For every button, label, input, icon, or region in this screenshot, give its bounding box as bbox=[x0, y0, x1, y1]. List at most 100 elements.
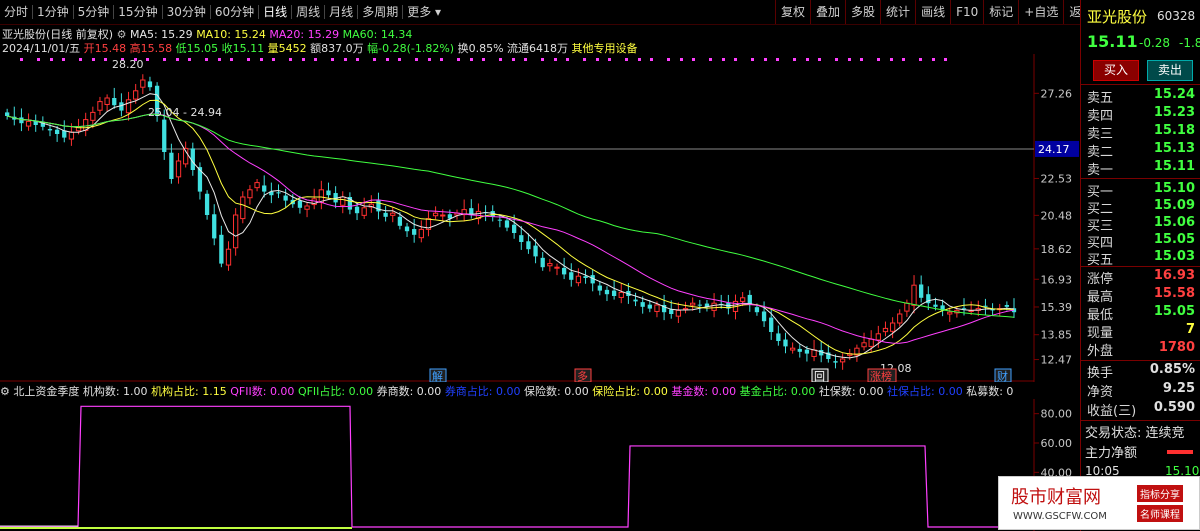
candle-body bbox=[519, 235, 524, 242]
period-tab[interactable]: 60分钟 bbox=[211, 0, 258, 24]
candle-body bbox=[340, 196, 346, 206]
watermark-tag-share[interactable]: 指标分享 bbox=[1137, 485, 1183, 502]
candle-body bbox=[583, 276, 588, 278]
candle-body bbox=[247, 189, 253, 199]
candle-body bbox=[697, 304, 702, 306]
period-tab[interactable]: 日线 bbox=[259, 0, 291, 24]
indicator-value: 基金占比: 0.00 bbox=[739, 385, 819, 398]
signal-dot bbox=[470, 58, 473, 61]
signal-dot bbox=[428, 58, 431, 61]
candle-body bbox=[889, 322, 896, 332]
period-tab[interactable]: 多周期 bbox=[358, 0, 402, 24]
period-tab[interactable]: 周线 bbox=[292, 0, 324, 24]
candle-body bbox=[633, 299, 638, 302]
stock-code: 60328 bbox=[1157, 9, 1196, 23]
signal-dot bbox=[793, 58, 796, 61]
signal-dot bbox=[776, 58, 779, 61]
signal-dot bbox=[289, 58, 292, 61]
candle-body bbox=[133, 90, 139, 100]
period-tab[interactable]: 分时 bbox=[0, 0, 32, 24]
candle-body bbox=[5, 112, 10, 116]
candle-body bbox=[797, 348, 802, 352]
period-tab[interactable]: 15分钟 bbox=[114, 0, 161, 24]
axis-tick-label: 15.39 bbox=[1041, 301, 1073, 314]
sell-button[interactable]: 卖出 bbox=[1147, 60, 1193, 81]
signal-dot bbox=[877, 58, 880, 61]
signal-dot bbox=[356, 58, 359, 61]
candle-body bbox=[418, 228, 424, 239]
toolbar-action-button[interactable]: 标记 bbox=[983, 0, 1018, 24]
axis-tick-label: 16.93 bbox=[1041, 273, 1073, 286]
indicator-bg bbox=[0, 399, 1034, 531]
toolbar-action-button[interactable]: F10 bbox=[950, 0, 983, 24]
signal-dot bbox=[247, 58, 250, 61]
indicator-value: 社保数: 0.00 bbox=[818, 385, 888, 398]
candle-body bbox=[897, 313, 903, 324]
signal-dot bbox=[566, 58, 569, 61]
signal-dot bbox=[650, 58, 653, 61]
signal-dot bbox=[163, 58, 166, 61]
candle-body bbox=[432, 212, 439, 217]
divider bbox=[1081, 360, 1200, 361]
indicator-chart[interactable]: 80.0060.0040.00 bbox=[0, 399, 1080, 531]
site-watermark: 股市财富网 WWW.GSCFW.COM 指标分享 名师课程 bbox=[998, 476, 1200, 530]
toolbar-action-button[interactable]: +自选 bbox=[1018, 0, 1063, 24]
signal-dot bbox=[524, 58, 527, 61]
candle-body bbox=[911, 284, 917, 306]
signal-dot bbox=[680, 58, 683, 61]
candle-body bbox=[390, 212, 396, 216]
toolbar-action-button[interactable]: 统计 bbox=[880, 0, 915, 24]
candle-body bbox=[575, 275, 582, 284]
trade-state: 交易状态: 连续竞 bbox=[1085, 426, 1185, 441]
period-tab[interactable]: 月线 bbox=[325, 0, 357, 24]
period-tab[interactable]: 30分钟 bbox=[163, 0, 210, 24]
indicator-value: 私募数: 0 bbox=[966, 385, 1014, 398]
candle-body bbox=[440, 214, 446, 217]
signal-dot bbox=[835, 58, 838, 61]
signal-dot bbox=[104, 58, 107, 61]
quote-row-value: 16.93 bbox=[1153, 268, 1195, 283]
signal-dot bbox=[638, 58, 641, 61]
toolbar-action-button[interactable]: 画线 bbox=[915, 0, 950, 24]
toolbar-action-button[interactable]: 多股 bbox=[845, 0, 880, 24]
axis-tick-label: 12.47 bbox=[1041, 354, 1073, 367]
period-tab[interactable]: 1分钟 bbox=[33, 0, 73, 24]
axis-tick-label: 13.85 bbox=[1041, 329, 1073, 342]
quote-row-label: 现量 bbox=[1087, 326, 1114, 341]
event-marker: 财 bbox=[997, 369, 1008, 382]
toolbar-action-button[interactable]: 复权 bbox=[775, 0, 810, 24]
signal-dot bbox=[62, 58, 65, 61]
signal-dot bbox=[818, 58, 821, 61]
candle-body bbox=[212, 214, 217, 239]
candle-body bbox=[647, 304, 652, 309]
candle-body bbox=[540, 257, 545, 268]
signal-dot bbox=[331, 58, 334, 61]
period-tab[interactable]: 5分钟 bbox=[74, 0, 114, 24]
candle-body bbox=[125, 99, 132, 114]
event-marker: 回 bbox=[814, 370, 825, 382]
current-price-label: 24.17 bbox=[1038, 143, 1070, 156]
candle-body bbox=[197, 167, 203, 192]
period-tab[interactable]: 更多 ▾ bbox=[403, 0, 445, 24]
quote-row-value: 15.23 bbox=[1153, 105, 1195, 120]
signal-dot bbox=[806, 58, 809, 61]
toolbar-action-button[interactable]: 叠加 bbox=[810, 0, 845, 24]
signal-dot bbox=[260, 58, 263, 61]
candle-body bbox=[25, 120, 32, 127]
candle-body bbox=[225, 248, 232, 266]
quote-row-label: 最低 bbox=[1087, 308, 1114, 323]
candle-body bbox=[47, 128, 53, 131]
signal-dot bbox=[79, 58, 82, 61]
candle-body bbox=[640, 302, 645, 307]
candle-body bbox=[175, 160, 182, 178]
watermark-tag-course[interactable]: 名师课程 bbox=[1137, 505, 1183, 522]
indicator-tick-label: 60.00 bbox=[1041, 437, 1073, 450]
kline-chart[interactable]: 27.26 22.53 20.48 18.62 16.93 15.39 13.85 12.47… bbox=[0, 54, 1080, 382]
buy-button[interactable]: 买入 bbox=[1093, 60, 1139, 81]
candle-body bbox=[776, 333, 781, 341]
candle-body bbox=[504, 220, 510, 228]
candle-body bbox=[675, 309, 682, 317]
candle-body bbox=[811, 349, 817, 357]
quote-price: 15.11 bbox=[1087, 32, 1138, 51]
signal-dot bbox=[932, 58, 935, 61]
